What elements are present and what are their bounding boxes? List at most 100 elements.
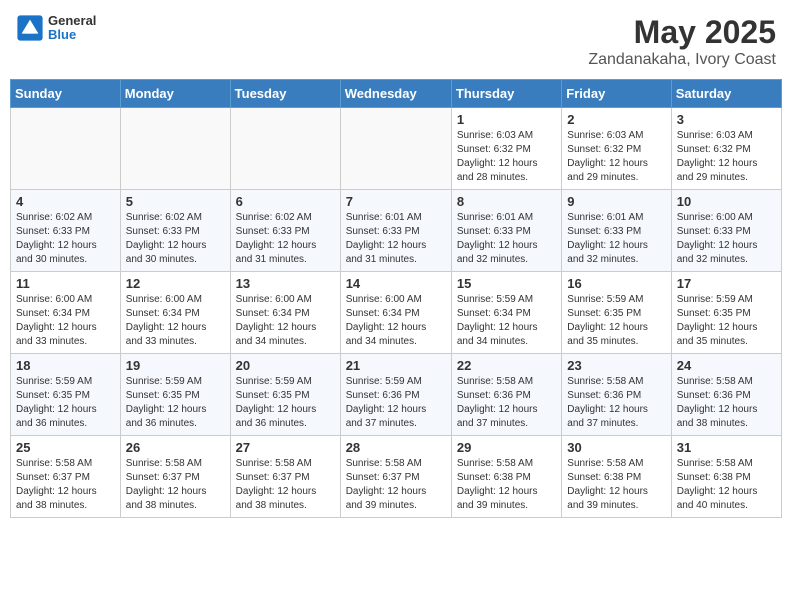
weekday-header: Friday (562, 80, 671, 108)
day-number: 8 (457, 194, 556, 209)
day-number: 22 (457, 358, 556, 373)
day-number: 4 (16, 194, 115, 209)
day-number: 18 (16, 358, 115, 373)
calendar-day-cell: 20 Sunrise: 5:59 AM Sunset: 6:35 PM Dayli… (230, 354, 340, 436)
calendar-day-cell: 2Sunrise: 6:03 AM Sunset: 6:32 PM Daylig… (562, 108, 671, 190)
day-info: Sunrise: 6:01 AM Sunset: 6:33 PM Dayligh… (457, 211, 556, 267)
day-number: 23 (567, 358, 665, 373)
calendar-day-cell: 15 Sunrise: 5:59 AM Sunset: 6:34 PM Dayli… (451, 272, 561, 354)
page-header: General Blue May 2025 Zandanakaha, Ivory… (10, 10, 782, 73)
calendar-day-cell: 6 Sunrise: 6:02 AM Sunset: 6:33 PM Daylig… (230, 190, 340, 272)
calendar-day-cell: 22 Sunrise: 5:58 AM Sunset: 6:36 PM Dayli… (451, 354, 561, 436)
day-info: Sunrise: 6:01 AM Sunset: 6:33 PM Dayligh… (346, 211, 446, 267)
calendar-subtitle: Zandanakaha, Ivory Coast (588, 51, 776, 69)
calendar-day-cell: 5 Sunrise: 6:02 AM Sunset: 6:33 PM Daylig… (120, 190, 230, 272)
day-info: Sunrise: 6:02 AM Sunset: 6:33 PM Dayligh… (126, 211, 225, 267)
calendar-day-cell: 23 Sunrise: 5:58 AM Sunset: 6:36 PM Dayli… (562, 354, 671, 436)
calendar-day-cell: 8 Sunrise: 6:01 AM Sunset: 6:33 PM Daylig… (451, 190, 561, 272)
day-number: 16 (567, 276, 665, 291)
day-number: 21 (346, 358, 446, 373)
day-number: 24 (677, 358, 776, 373)
calendar-day-cell: 29Sunrise: 5:58 AM Sunset: 6:38 PM Dayli… (451, 436, 561, 518)
calendar-day-cell: 24Sunrise: 5:58 AM Sunset: 6:36 PM Dayli… (671, 354, 781, 436)
title-area: May 2025 Zandanakaha, Ivory Coast (588, 14, 776, 69)
day-number: 26 (126, 440, 225, 455)
calendar-day-cell: 18 Sunrise: 5:59 AM Sunset: 6:35 PM Dayli… (11, 354, 121, 436)
day-number: 12 (126, 276, 225, 291)
day-info: Sunrise: 6:02 AM Sunset: 6:33 PM Dayligh… (16, 211, 115, 267)
calendar-day-cell: 13 Sunrise: 6:00 AM Sunset: 6:34 PM Dayli… (230, 272, 340, 354)
day-number: 3 (677, 112, 776, 127)
day-info: Sunrise: 6:02 AM Sunset: 6:33 PM Dayligh… (236, 211, 335, 267)
day-number: 15 (457, 276, 556, 291)
day-info: Sunrise: 5:59 AM Sunset: 6:35 PM Dayligh… (236, 375, 335, 431)
day-info: Sunrise: 5:59 AM Sunset: 6:35 PM Dayligh… (16, 375, 115, 431)
day-number: 14 (346, 276, 446, 291)
calendar-day-cell: 12 Sunrise: 6:00 AM Sunset: 6:34 PM Dayli… (120, 272, 230, 354)
logo-blue-text: Blue (48, 28, 96, 42)
day-number: 17 (677, 276, 776, 291)
day-info: Sunrise: 5:58 AM Sunset: 6:37 PM Dayligh… (346, 457, 446, 513)
day-number: 25 (16, 440, 115, 455)
day-info: Sunrise: 6:03 AM Sunset: 6:32 PM Dayligh… (457, 129, 556, 185)
day-number: 19 (126, 358, 225, 373)
calendar-day-cell: 19 Sunrise: 5:59 AM Sunset: 6:35 PM Dayli… (120, 354, 230, 436)
calendar-day-cell: 4 Sunrise: 6:02 AM Sunset: 6:33 PM Daylig… (11, 190, 121, 272)
day-info: Sunrise: 6:03 AM Sunset: 6:32 PM Dayligh… (677, 129, 776, 185)
calendar-day-cell (230, 108, 340, 190)
calendar-day-cell (11, 108, 121, 190)
day-number: 5 (126, 194, 225, 209)
calendar-day-cell: 9Sunrise: 6:01 AM Sunset: 6:33 PM Daylig… (562, 190, 671, 272)
weekday-header: Sunday (11, 80, 121, 108)
calendar-day-cell: 21 Sunrise: 5:59 AM Sunset: 6:36 PM Dayli… (340, 354, 451, 436)
day-info: Sunrise: 5:58 AM Sunset: 6:36 PM Dayligh… (567, 375, 665, 431)
day-info: Sunrise: 6:03 AM Sunset: 6:32 PM Dayligh… (567, 129, 665, 185)
calendar-week-row: 11 Sunrise: 6:00 AM Sunset: 6:34 PM Dayli… (11, 272, 782, 354)
logo-icon (16, 14, 44, 42)
day-info: Sunrise: 5:59 AM Sunset: 6:35 PM Dayligh… (677, 293, 776, 349)
day-info: Sunrise: 6:00 AM Sunset: 6:34 PM Dayligh… (236, 293, 335, 349)
day-info: Sunrise: 5:58 AM Sunset: 6:38 PM Dayligh… (677, 457, 776, 513)
day-info: Sunrise: 5:58 AM Sunset: 6:38 PM Dayligh… (567, 457, 665, 513)
calendar-day-cell: 14 Sunrise: 6:00 AM Sunset: 6:34 PM Dayli… (340, 272, 451, 354)
day-info: Sunrise: 6:00 AM Sunset: 6:34 PM Dayligh… (346, 293, 446, 349)
logo-general-text: General (48, 14, 96, 28)
calendar-day-cell: 17 Sunrise: 5:59 AM Sunset: 6:35 PM Dayli… (671, 272, 781, 354)
day-number: 20 (236, 358, 335, 373)
day-number: 28 (346, 440, 446, 455)
day-info: Sunrise: 5:58 AM Sunset: 6:37 PM Dayligh… (126, 457, 225, 513)
day-info: Sunrise: 5:58 AM Sunset: 6:36 PM Dayligh… (457, 375, 556, 431)
day-number: 7 (346, 194, 446, 209)
day-number: 9 (567, 194, 665, 209)
day-info: Sunrise: 5:59 AM Sunset: 6:34 PM Dayligh… (457, 293, 556, 349)
day-info: Sunrise: 5:59 AM Sunset: 6:36 PM Dayligh… (346, 375, 446, 431)
day-info: Sunrise: 5:59 AM Sunset: 6:35 PM Dayligh… (126, 375, 225, 431)
calendar-day-cell: 28 Sunrise: 5:58 AM Sunset: 6:37 PM Dayli… (340, 436, 451, 518)
day-info: Sunrise: 5:58 AM Sunset: 6:38 PM Dayligh… (457, 457, 556, 513)
day-info: Sunrise: 5:58 AM Sunset: 6:37 PM Dayligh… (236, 457, 335, 513)
calendar-day-cell (120, 108, 230, 190)
day-number: 6 (236, 194, 335, 209)
day-number: 10 (677, 194, 776, 209)
calendar-day-cell: 30 Sunrise: 5:58 AM Sunset: 6:38 PM Dayli… (562, 436, 671, 518)
day-number: 11 (16, 276, 115, 291)
calendar-day-cell: 27 Sunrise: 5:58 AM Sunset: 6:37 PM Dayli… (230, 436, 340, 518)
day-number: 13 (236, 276, 335, 291)
day-info: Sunrise: 6:00 AM Sunset: 6:34 PM Dayligh… (126, 293, 225, 349)
calendar-day-cell (340, 108, 451, 190)
logo: General Blue (16, 14, 96, 43)
calendar-table: SundayMondayTuesdayWednesdayThursdayFrid… (10, 79, 782, 518)
day-number: 30 (567, 440, 665, 455)
calendar-title: May 2025 (588, 14, 776, 51)
calendar-day-cell: 3 Sunrise: 6:03 AM Sunset: 6:32 PM Daylig… (671, 108, 781, 190)
day-info: Sunrise: 6:00 AM Sunset: 6:34 PM Dayligh… (16, 293, 115, 349)
calendar-day-cell: 25Sunrise: 5:58 AM Sunset: 6:37 PM Dayli… (11, 436, 121, 518)
weekday-header-row: SundayMondayTuesdayWednesdayThursdayFrid… (11, 80, 782, 108)
calendar-week-row: 4 Sunrise: 6:02 AM Sunset: 6:33 PM Daylig… (11, 190, 782, 272)
day-number: 1 (457, 112, 556, 127)
weekday-header: Thursday (451, 80, 561, 108)
day-number: 27 (236, 440, 335, 455)
weekday-header: Saturday (671, 80, 781, 108)
day-info: Sunrise: 6:00 AM Sunset: 6:33 PM Dayligh… (677, 211, 776, 267)
calendar-day-cell: 1 Sunrise: 6:03 AM Sunset: 6:32 PM Daylig… (451, 108, 561, 190)
